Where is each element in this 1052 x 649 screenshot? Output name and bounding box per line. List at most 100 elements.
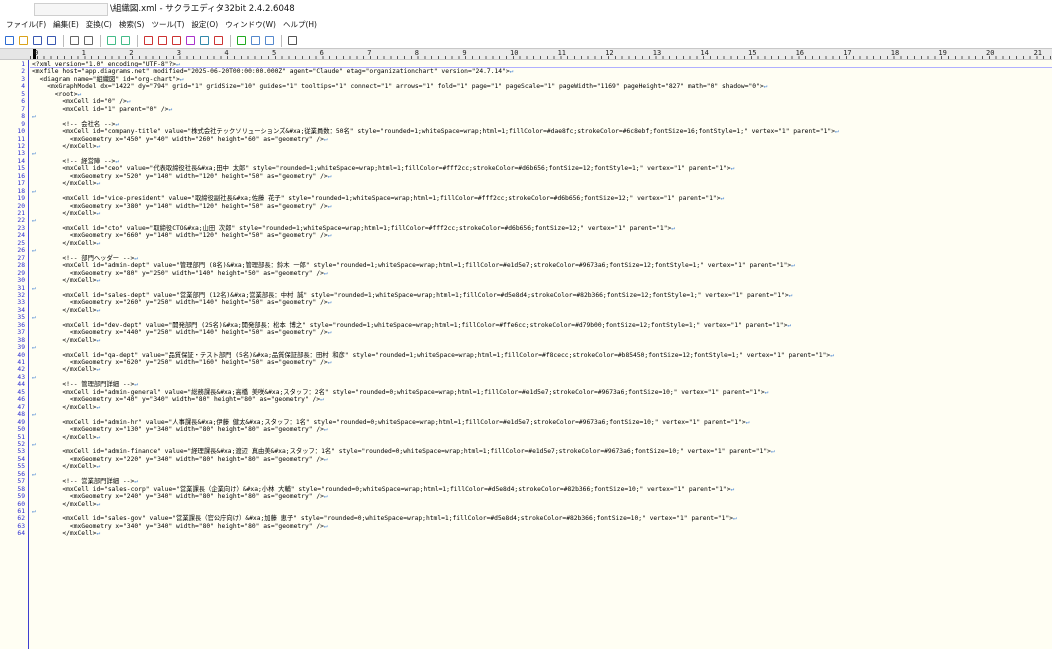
editor-line[interactable]: 46 <mxGeometry x="40" y="340" width="80"… [0,396,1052,403]
editor-line[interactable]: 36 <mxCell id="dev-dept" value="開発部門 (25… [0,322,1052,329]
editor-line[interactable]: 24 <mxGeometry x="660" y="140" width="12… [0,232,1052,239]
editor-line[interactable]: 42 </mxCell>↵ [0,366,1052,373]
editor-line[interactable]: 18 ↵ [0,188,1052,195]
editor-line[interactable]: 59 <mxGeometry x="240" y="340" width="80… [0,493,1052,500]
jump-back-icon[interactable] [106,35,117,46]
editor-line[interactable]: 41 <mxGeometry x="620" y="250" width="16… [0,359,1052,366]
editor-line[interactable]: 51 </mxCell>↵ [0,434,1052,441]
editor-line[interactable]: 39 ↵ [0,344,1052,351]
undo-icon[interactable] [69,35,80,46]
compare-icon[interactable] [264,35,275,46]
editor-line[interactable]: 54 <mxGeometry x="220" y="340" width="80… [0,456,1052,463]
editor-line[interactable]: 43 ↵ [0,374,1052,381]
editor-line[interactable]: 9 <!-- 会社名 -->↵ [0,121,1052,128]
editor-line[interactable]: 27 <!-- 部門ヘッダー -->↵ [0,255,1052,262]
editor-line[interactable]: 45 <mxCell id="admin-general" value="総務課… [0,389,1052,396]
editor-line[interactable]: 13 ↵ [0,150,1052,157]
text-editor[interactable]: 1 <?xml version="1.0" encoding="UTF-8"?>↵… [0,60,1052,649]
editor-line[interactable]: 26 ↵ [0,247,1052,254]
editor-line[interactable]: 20 <mxGeometry x="380" y="140" width="12… [0,203,1052,210]
save-icon[interactable] [32,35,43,46]
outline-icon[interactable] [236,35,247,46]
line-text: <mxCell id="sales-corp" value="営業課長（企業向け… [32,485,735,493]
editor-line[interactable]: 5 <root>↵ [0,91,1052,98]
menu-item-0[interactable]: ファイル(F) [6,18,46,32]
editor-line[interactable]: 25 </mxCell>↵ [0,240,1052,247]
grep-icon[interactable] [199,35,210,46]
editor-line[interactable]: 8 ↵ [0,113,1052,120]
new-file-icon[interactable] [4,35,15,46]
menu-item-1[interactable]: 編集(E) [53,18,79,32]
editor-line[interactable]: 11 <mxGeometry x="450" y="40" width="260… [0,136,1052,143]
search-next-icon-glyph [158,36,167,45]
search-icon[interactable] [143,35,154,46]
open-folder-icon[interactable] [18,35,29,46]
editor-line[interactable]: 53 <mxCell id="admin-finance" value="経理課… [0,448,1052,455]
editor-line[interactable]: 7 <mxCell id="1" parent="0" />↵ [0,106,1052,113]
replace-icon[interactable] [185,35,196,46]
editor-line[interactable]: 58 <mxCell id="sales-corp" value="営業課長（企… [0,486,1052,493]
split-window-icon[interactable] [250,35,261,46]
editor-line[interactable]: 38 </mxCell>↵ [0,337,1052,344]
editor-line[interactable]: 37 <mxGeometry x="440" y="250" width="14… [0,329,1052,336]
editor-line[interactable]: 60 </mxCell>↵ [0,501,1052,508]
editor-line[interactable]: 44 <!-- 管理部門詳細 -->↵ [0,381,1052,388]
editor-line[interactable]: 32 <mxCell id="sales-dept" value="営業部門 (… [0,292,1052,299]
redo-icon[interactable] [83,35,94,46]
editor-line[interactable]: 31 ↵ [0,285,1052,292]
editor-line[interactable]: 30 </mxCell>↵ [0,277,1052,284]
menu-item-2[interactable]: 変換(C) [86,18,112,32]
editor-line[interactable]: 12 </mxCell>↵ [0,143,1052,150]
ruler-label: 18 [890,49,900,57]
editor-line[interactable]: 50 <mxGeometry x="130" y="340" width="80… [0,426,1052,433]
editor-line[interactable]: 40 <mxCell id="qa-dept" value="品質保証・テスト部… [0,352,1052,359]
line-text: ↵ [32,188,36,195]
editor-line[interactable]: 57 <!-- 営業部門詳細 -->↵ [0,478,1052,485]
eol-mark: ↵ [323,135,328,143]
line-text: <mxGeometry x="220" y="340" width="80" h… [32,455,328,463]
settings-icon[interactable] [287,35,298,46]
editor-line[interactable]: 62 <mxCell id="sales-gov" value="営業課長（官公… [0,515,1052,522]
jump-forward-icon[interactable] [120,35,131,46]
editor-line[interactable]: 64 </mxCell>↵ [0,530,1052,537]
line-text: <mxGeometry x="450" y="40" width="260" h… [32,135,328,143]
menu-item-5[interactable]: 設定(O) [191,18,218,32]
tag-jump-icon[interactable] [213,35,224,46]
menu-item-4[interactable]: ツール(T) [151,18,184,32]
ruler-label: 9 [462,49,467,57]
save-all-icon[interactable] [46,35,57,46]
menu-item-7[interactable]: ヘルプ(H) [283,18,317,32]
editor-line[interactable]: 33 <mxGeometry x="260" y="250" width="14… [0,299,1052,306]
line-text: <mxGeometry x="260" y="250" width="140" … [32,299,332,307]
editor-line[interactable]: 19 <mxCell id="vice-president" value="取締… [0,195,1052,202]
editor-line[interactable]: 49 <mxCell id="admin-hr" value="人事課長&#xa… [0,419,1052,426]
editor-line[interactable]: 4 <mxGraphModel dx="1422" dy="794" grid=… [0,83,1052,90]
line-number: 36 [17,321,25,329]
editor-line[interactable]: 55 </mxCell>↵ [0,463,1052,470]
editor-line[interactable]: 6 <mxCell id="0" />↵ [0,98,1052,105]
editor-line[interactable]: 47 </mxCell>↵ [0,404,1052,411]
editor-line[interactable]: 2 <mxfile host="app.diagrams.net" modifie… [0,68,1052,75]
editor-line[interactable]: 34 </mxCell>↵ [0,307,1052,314]
menu-item-6[interactable]: ウィンドウ(W) [225,18,276,32]
editor-line[interactable]: 29 <mxGeometry x="80" y="250" width="140… [0,270,1052,277]
search-next-icon[interactable] [157,35,168,46]
editor-line[interactable]: 3 <diagram name="組織図" id="org-chart">↵ [0,76,1052,83]
editor-line[interactable]: 16 <mxGeometry x="520" y="140" width="12… [0,173,1052,180]
editor-line[interactable]: 28 <mxCell id="admin-dept" value="管理部門 (… [0,262,1052,269]
editor-line[interactable]: 35 ↵ [0,314,1052,321]
editor-line[interactable]: 22 ↵ [0,217,1052,224]
editor-line[interactable]: 56 ↵ [0,471,1052,478]
editor-line[interactable]: 63 <mxGeometry x="340" y="340" width="80… [0,523,1052,530]
editor-line[interactable]: 17 </mxCell>↵ [0,180,1052,187]
search-prev-icon[interactable] [171,35,182,46]
line-number: 11 [17,135,25,143]
editor-line[interactable]: 15 <mxCell id="ceo" value="代表取締役社長&#xa;田… [0,165,1052,172]
editor-line[interactable]: 10 <mxCell id="company-title" value="株式会… [0,128,1052,135]
menu-item-3[interactable]: 検索(S) [119,18,145,32]
editor-line[interactable]: 21 </mxCell>↵ [0,210,1052,217]
editor-line[interactable]: 48 ↵ [0,411,1052,418]
editor-line[interactable]: 1 <?xml version="1.0" encoding="UTF-8"?>↵ [0,61,1052,69]
eol-mark: ↵ [32,314,36,322]
editor-line[interactable]: 23 <mxCell id="cto" value="取締役CTO&#xa;山田… [0,225,1052,232]
